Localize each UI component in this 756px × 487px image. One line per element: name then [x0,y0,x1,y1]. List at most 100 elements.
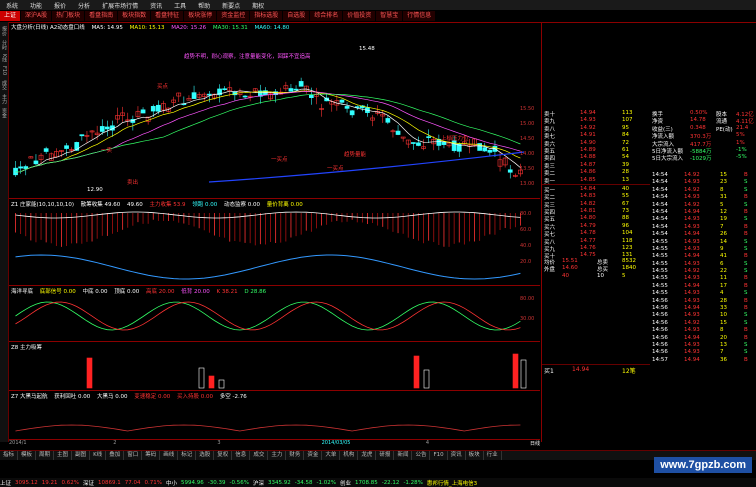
bottom-tab[interactable]: 指标 [0,451,19,460]
z1-chart[interactable] [9,199,540,285]
bottom-tab[interactable]: 公告 [412,451,431,460]
left-toolbar-item[interactable]: 主力 [1,94,8,104]
ob-price: 14.82 [580,200,596,207]
z1-axis: 80.0 60.0 40.0 20.0 [520,211,540,275]
tick-time: 14:56 [652,319,668,326]
time-axis: 2014/1 2 3 2014/03/05 4 日线 [9,440,540,448]
bottom-tab[interactable]: 财务 [286,451,305,460]
market-tab[interactable]: 智慧宝 [376,11,403,21]
left-toolbar-item[interactable]: 资金 [1,108,8,118]
bottom-tab[interactable]: 成交 [250,451,269,460]
bottom-tab[interactable]: 大单 [322,451,341,460]
bottom-tab[interactable]: K线 [90,451,107,460]
bottom-tab[interactable]: F10 [430,451,448,460]
menu-item[interactable]: 功能 [24,1,48,10]
bottom-tab[interactable]: 主图 [54,451,73,460]
bottom-tab[interactable]: 复权 [214,451,233,460]
left-toolbar-item[interactable]: 成交 [1,80,8,90]
bottom-tab[interactable]: 资金 [304,451,323,460]
tick-side: S [744,341,748,348]
haiyang-chart[interactable] [9,286,540,341]
tick-side: B [744,305,748,312]
market-tab[interactable]: 深沪A股 [21,11,52,21]
market-tab[interactable]: 综合排名 [310,11,343,21]
bottom-tab[interactable]: 画线 [160,451,179,460]
z8-bar [198,367,205,389]
menu-item[interactable]: 分析 [72,1,96,10]
market-tab[interactable]: 板块指数 [118,11,151,21]
left-toolbar-item[interactable]: 报价 [1,26,8,36]
bottom-tab[interactable]: 窗口 [124,451,143,460]
kline-chart[interactable] [9,22,540,198]
market-tab[interactable]: 上证 [0,11,21,21]
bottom-tab[interactable]: 叠加 [106,451,125,460]
candle-body [99,126,105,132]
bottom-tab[interactable]: 主力 [268,451,287,460]
bottom-tab[interactable]: 信息 [232,451,251,460]
cy-chg: -34.58 [294,479,313,486]
time-tick-label: 4 [425,440,429,446]
bottom-tab[interactable]: 筹码 [142,451,161,460]
market-tab[interactable]: 指标选股 [250,11,283,21]
tick-list[interactable]: 14:54 14.92 15 B 14:54 14.93 23 S 14:54 14.92 8 S 14… [650,172,756,364]
tick-price: 14.94 [684,356,700,363]
tick-side: S [744,319,748,326]
quote-cell: 14.60 [562,265,578,272]
left-toolbar-item[interactable]: K线 [1,54,8,62]
menu-item[interactable]: 帮助 [192,1,216,10]
menu-item[interactable]: 系统 [0,1,24,10]
kline-main-pane[interactable]: 大盘分析(日线) A2动态盘口线 MA5: 14.95 MA10: 15.13 … [9,22,540,199]
market-tab[interactable]: 自选股 [283,11,310,21]
menu-item[interactable]: 工具 [168,1,192,10]
period-label[interactable]: 日线 [530,440,540,448]
bottom-tab[interactable]: 周期 [36,451,55,460]
ob-price: 14.94 [580,110,596,116]
market-tab[interactable]: 看盘指南 [85,11,118,21]
bottom-tab[interactable]: 研报 [376,451,395,460]
bottom-tab[interactable]: 新闻 [394,451,413,460]
candle-body [451,140,457,151]
tick-time: 14:54 [652,186,668,193]
tick-row: 14:55 14.94 41 B [650,253,756,260]
tick-vol: 9 [720,245,724,252]
menu-item[interactable]: 扩展市场行情 [96,1,144,10]
tick-vol: 8 [720,186,724,193]
bottom-tab[interactable]: 板块 [466,451,484,460]
order-book-row: 卖三 14.87 39 [542,162,650,170]
bottom-tab[interactable]: 标记 [178,451,197,460]
bottom-tab[interactable]: 资讯 [448,451,466,460]
market-tab[interactable]: 行情信息 [403,11,436,21]
bottom-tab[interactable]: 机构 [340,451,359,460]
bottom-tab[interactable]: 行业 [484,451,502,460]
zx-label: 中小 [166,480,178,487]
market-tab[interactable]: 资金监控 [217,11,250,21]
menu-item[interactable]: 期权 [246,1,270,10]
bottom-tab[interactable]: 龙虎 [358,451,377,460]
menu-item[interactable]: 资讯 [144,1,168,10]
market-tab[interactable]: 热门板块 [52,11,85,21]
axis-tick-label: 60.0 [520,227,532,233]
tick-time: 14:54 [652,216,668,223]
order-book-row: 买三 14.82 67 [542,200,650,209]
candle-body [293,88,299,91]
z8-chart[interactable] [9,342,540,390]
indicator-pane-haiyang[interactable]: 海洋寻底 底部信号 0.00 中底 0.00 顶底 0.00 高底 20.00 … [9,286,540,342]
market-tab[interactable]: 价值投资 [343,11,376,21]
market-tab[interactable]: 板块涨停 [184,11,217,21]
bottom-tab[interactable]: 选股 [196,451,215,460]
bottom-tab[interactable]: 模板 [18,451,37,460]
indicator-pane-z1[interactable]: Z1 庄家能(10,10,10,10) 散筹收集 49.60 49.60 主力收… [9,199,540,286]
indicator-pane-z8[interactable]: Z8 主力吸筹 [9,342,540,391]
tick-price: 14.92 [684,268,700,275]
left-toolbar-item[interactable]: F10 [1,66,7,75]
menu-item[interactable]: 新要点 [216,1,246,10]
bottom-tab[interactable]: 副图 [72,451,91,460]
left-toolbar-item[interactable]: 分时 [1,40,8,50]
indicator-pane-z7[interactable]: Z7 大黑马起航 获利回吐 0.00 大黑马 0.00 变速稳定 0.00 买入… [9,391,540,440]
market-tab[interactable]: 看盘特征 [151,11,184,21]
tick-vol: 4 [720,290,724,297]
menu-item[interactable]: 报价 [48,1,72,10]
tick-price: 14.92 [684,201,700,208]
tick-row: 14:54 14.93 31 B [650,194,756,201]
z7-chart[interactable] [9,391,540,439]
